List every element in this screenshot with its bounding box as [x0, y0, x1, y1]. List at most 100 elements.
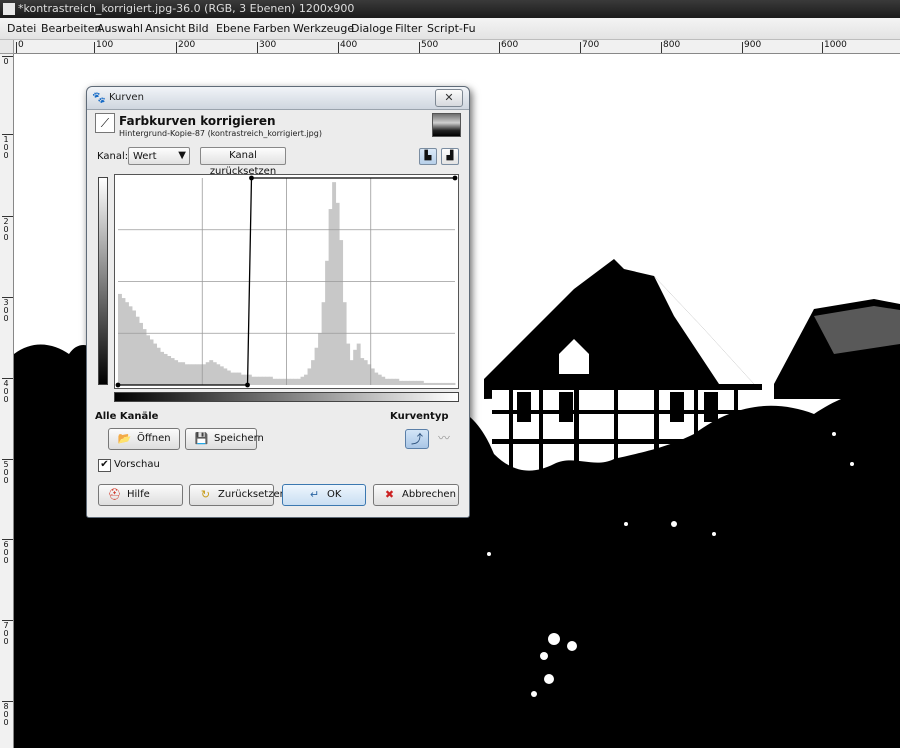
- histogram-bar: [219, 366, 224, 385]
- histogram-bar: [374, 372, 379, 385]
- curve-type-label: Kurventyp: [390, 411, 449, 422]
- histogram-bar: [272, 378, 277, 385]
- curve-control-point[interactable]: [245, 382, 250, 388]
- checkmark-icon: ✔: [100, 459, 109, 470]
- histogram-bar: [419, 380, 424, 385]
- floppy-disk-icon: 💾: [194, 432, 209, 445]
- menu-script-fu[interactable]: Script-Fu: [427, 22, 476, 35]
- dialog-header: ⟋ Farbkurven korrigieren Hintergrund-Kop…: [93, 111, 461, 141]
- histogram-bar: [437, 382, 442, 385]
- menu-datei[interactable]: Datei: [7, 22, 36, 35]
- freehand-curve-button[interactable]: 〰: [433, 429, 455, 449]
- histogram-bar: [391, 378, 396, 385]
- histogram-bar: [346, 343, 351, 385]
- histogram-bar: [121, 298, 126, 385]
- save-button[interactable]: 💾 Speichern: [185, 428, 264, 450]
- help-button[interactable]: ⛑ Hilfe: [98, 484, 183, 506]
- histogram-bar: [356, 343, 361, 385]
- menu-bearbeiten[interactable]: Bearbeiten: [41, 22, 101, 35]
- histogram-bar: [416, 380, 421, 385]
- histogram-bar: [349, 360, 354, 385]
- curve-graph[interactable]: [115, 175, 458, 388]
- window-titlebar: *kontrastreich_korrigiert.jpg-36.0 (RGB,…: [0, 0, 900, 18]
- open-button[interactable]: 📂 Öffnen: [108, 428, 180, 450]
- histogram-bar: [388, 378, 393, 385]
- histogram-bar: [188, 364, 193, 385]
- ok-button[interactable]: ↵ OK: [282, 484, 366, 506]
- reset-label: Zurücksetzen: [218, 489, 286, 500]
- histogram-bar: [146, 335, 150, 385]
- ruler-tick: [257, 42, 258, 53]
- logarithmic-histogram-button[interactable]: ▟: [441, 148, 459, 165]
- ruler-label: 200: [178, 40, 196, 50]
- histogram-bar: [279, 378, 284, 385]
- curve-editor[interactable]: [114, 174, 459, 389]
- histogram-bar: [332, 182, 337, 385]
- histogram-bar: [181, 362, 186, 385]
- histogram-bar: [339, 240, 344, 385]
- histogram-bar: [297, 378, 301, 385]
- all-channels-label: Alle Kanäle: [95, 411, 159, 422]
- histogram-bar: [398, 380, 403, 385]
- histogram-bar: [440, 382, 445, 385]
- histogram-bar: [202, 364, 207, 385]
- freehand-curve-icon: 〰: [437, 431, 450, 445]
- histogram-bar: [240, 374, 245, 385]
- histogram-bar: [195, 364, 200, 385]
- channel-select[interactable]: Wert ▼: [128, 147, 190, 165]
- ruler-label: 1000: [824, 40, 847, 50]
- menu-filter[interactable]: Filter: [395, 22, 422, 35]
- menu-ebene[interactable]: Ebene: [216, 22, 250, 35]
- histogram-bar: [402, 380, 407, 385]
- dialog-titlebar[interactable]: 🐾 Kurven ✕: [87, 87, 469, 110]
- dialog-heading: Farbkurven korrigieren: [119, 114, 276, 128]
- ruler-corner[interactable]: [0, 40, 14, 54]
- ruler-tick: [338, 42, 339, 53]
- menu-farben[interactable]: Farben: [253, 22, 290, 35]
- histogram-bar: [314, 347, 319, 385]
- vertical-ruler[interactable]: 0 100 200 300 400 500 600 700 800: [0, 54, 14, 748]
- histogram-bar: [156, 347, 161, 385]
- menu-dialoge[interactable]: Dialoge: [351, 22, 393, 35]
- ruler-label: 600: [501, 40, 519, 50]
- cancel-label: Abbrechen: [402, 489, 456, 500]
- gimp-wilber-icon: 🐾: [92, 91, 106, 104]
- histogram-bar: [170, 358, 175, 385]
- menu-auswahl[interactable]: Auswahl: [97, 22, 143, 35]
- histogram-bar: [125, 302, 129, 385]
- curves-dialog: 🐾 Kurven ✕ ⟋ Farbkurven korrigieren Hint…: [86, 86, 470, 518]
- histogram-bar: [233, 372, 238, 385]
- histogram-bar: [223, 368, 228, 385]
- open-label: Öffnen: [137, 433, 171, 444]
- curve-control-point[interactable]: [115, 382, 121, 388]
- curve-control-point[interactable]: [452, 175, 458, 181]
- cancel-button[interactable]: ✖ Abbrechen: [373, 484, 459, 506]
- histogram-bar: [409, 380, 414, 385]
- linear-histogram-button[interactable]: ▙: [419, 148, 437, 165]
- preview-label[interactable]: Vorschau: [114, 459, 160, 470]
- curves-tool-icon: ⟋: [95, 113, 115, 133]
- histogram-bar: [135, 316, 140, 385]
- histogram-bar: [353, 349, 358, 385]
- menu-ansicht[interactable]: Ansicht: [145, 22, 186, 35]
- menu-bild[interactable]: Bild: [188, 22, 209, 35]
- dialog-title: Kurven: [109, 92, 144, 103]
- preview-checkbox[interactable]: ✔: [98, 459, 111, 472]
- close-button[interactable]: ✕: [435, 89, 463, 107]
- smooth-curve-button[interactable]: ⤴: [405, 429, 429, 449]
- histogram-bar: [293, 378, 298, 385]
- histogram-bar: [451, 382, 456, 385]
- horizontal-ruler[interactable]: 0 100 200 300 400 500 600 700 800 900 10…: [14, 40, 900, 54]
- curve-control-point[interactable]: [249, 175, 254, 181]
- histogram-bar: [163, 353, 168, 385]
- histogram-bar: [177, 362, 182, 385]
- histogram-bar: [377, 374, 382, 385]
- reset-button[interactable]: ↻ Zurücksetzen: [189, 484, 286, 506]
- histogram-bar: [405, 380, 410, 385]
- histogram-bar: [275, 378, 280, 385]
- histogram-bar: [304, 374, 308, 385]
- menu-werkzeuge[interactable]: Werkzeuge: [293, 22, 354, 35]
- reset-channel-button[interactable]: Kanal zurücksetzen: [200, 147, 286, 177]
- histogram-bar: [290, 378, 294, 385]
- help-label: Hilfe: [127, 489, 150, 500]
